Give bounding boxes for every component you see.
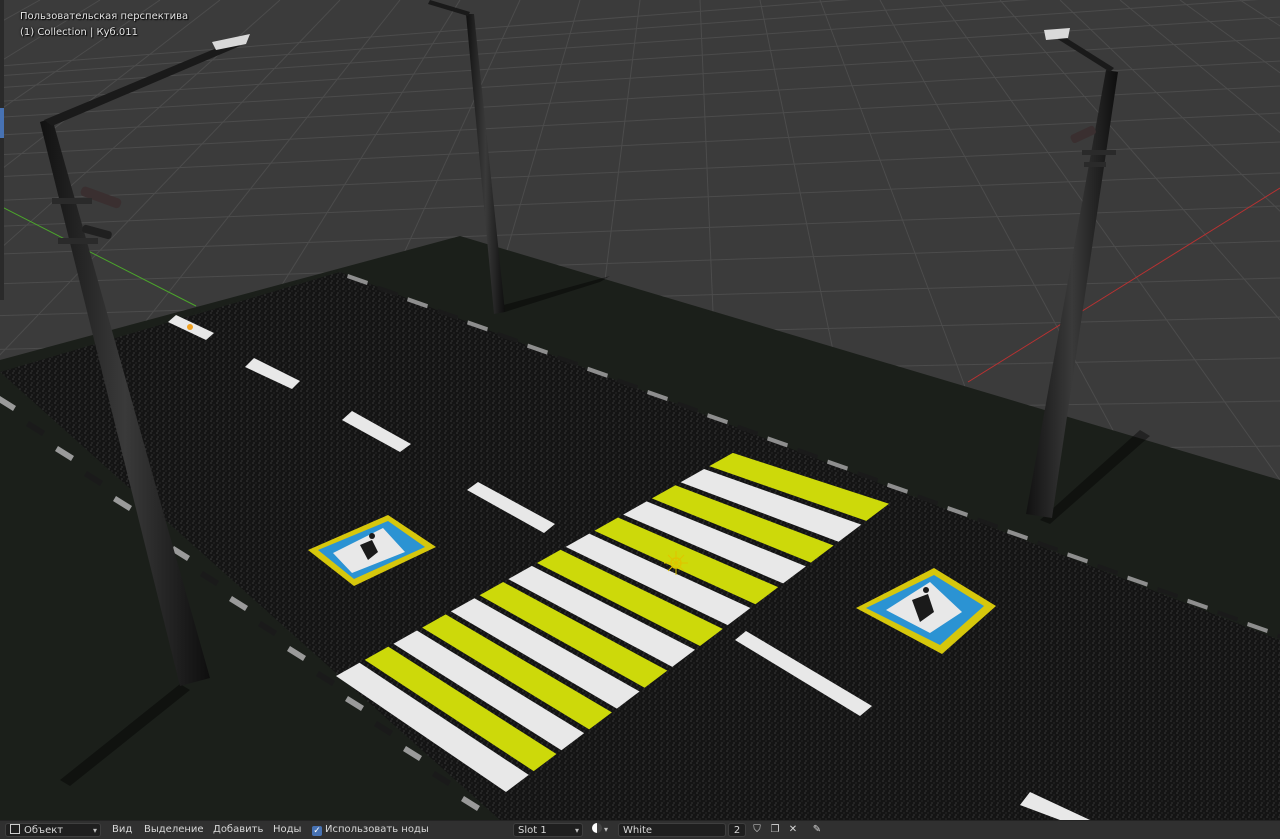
- chevron-down-icon: ▾: [92, 826, 97, 835]
- view-perspective-label: Пользовательская перспектива: [20, 11, 189, 22]
- menu-view[interactable]: Вид: [112, 823, 132, 837]
- material-name-field[interactable]: White: [618, 823, 726, 837]
- duplicate-icon[interactable]: ❐: [768, 823, 782, 837]
- pin-icon[interactable]: ✎: [810, 823, 824, 837]
- slot-label: Slot 1: [518, 825, 547, 836]
- mode-label: Объект: [24, 825, 64, 836]
- use-nodes-label: Использовать ноды: [325, 824, 429, 835]
- slot-dropdown[interactable]: Slot 1 ▾: [513, 823, 583, 837]
- checkbox-checked-icon[interactable]: ✓: [312, 826, 322, 836]
- chevron-down-icon: ▾: [574, 826, 579, 835]
- viewport-scene[interactable]: [0, 0, 1280, 820]
- chevron-down-icon: ▾: [604, 825, 609, 834]
- menu-select[interactable]: Выделение: [144, 823, 204, 837]
- 3d-viewport[interactable]: Пользовательская перспектива (1) Collect…: [0, 0, 1280, 820]
- active-collection-label: (1) Collection | Куб.011: [20, 27, 138, 38]
- material-users-count[interactable]: 2: [728, 823, 746, 837]
- menu-nodes[interactable]: Ноды: [273, 823, 301, 837]
- node-editor-header: Объект ▾ Вид Выделение Добавить Ноды ✓ Исп…: [0, 820, 1280, 839]
- origin-marker: [187, 324, 193, 330]
- mode-dropdown[interactable]: Объект ▾: [5, 823, 101, 837]
- material-sphere-icon: [592, 823, 602, 833]
- unlink-x-icon[interactable]: ✕: [786, 823, 800, 837]
- toolbar-active-tab[interactable]: [0, 108, 4, 138]
- material-browse-button[interactable]: ▾: [592, 823, 618, 837]
- use-nodes-toggle[interactable]: ✓ Использовать ноды: [312, 823, 429, 837]
- object-mode-icon: [10, 824, 20, 834]
- menu-add[interactable]: Добавить: [213, 823, 263, 837]
- material-name: White: [623, 825, 653, 836]
- left-toolbar-strip: [0, 0, 4, 300]
- fake-user-shield-icon[interactable]: ⛉: [750, 823, 764, 837]
